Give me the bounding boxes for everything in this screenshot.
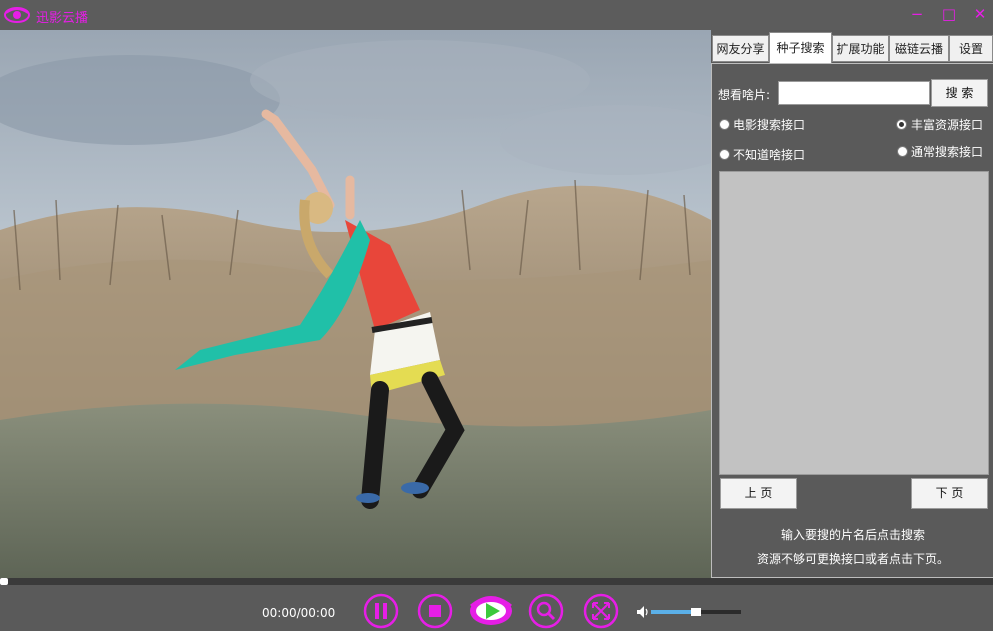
search-label: 想看啥片:	[718, 88, 771, 102]
minimize-button[interactable]: −	[906, 3, 928, 25]
radio-normal-search-label: 通常搜索接口	[911, 145, 984, 159]
tab-torrent-search[interactable]: 种子搜索	[769, 32, 832, 64]
radio-rich-resources[interactable]	[896, 119, 907, 130]
search-icon[interactable]	[528, 593, 564, 629]
search-button[interactable]: 搜 索	[931, 79, 988, 107]
tab-shared[interactable]: 网友分享	[712, 35, 769, 62]
control-bar: 00:00/00:00	[0, 585, 993, 631]
tab-extensions[interactable]: 扩展功能	[832, 35, 889, 62]
tab-bar: 网友分享 种子搜索 扩展功能 磁链云播 设置	[711, 32, 993, 64]
maximize-button[interactable]: □	[938, 3, 960, 25]
app-title: 迅影云播	[36, 11, 89, 26]
video-area[interactable]	[0, 30, 711, 578]
stop-icon[interactable]	[417, 593, 453, 629]
results-list[interactable]	[719, 171, 989, 475]
hint-line-2: 资源不够可更换接口或者点击下页。	[756, 552, 949, 566]
seek-knob[interactable]	[0, 578, 8, 585]
radio-normal-search[interactable]	[897, 146, 908, 157]
close-button[interactable]: ✕	[969, 3, 991, 25]
torrent-search-pane: 想看啥片: 搜 索 电影搜索接口 丰富资源接口 不知道啥接口 通常搜索接口 上 …	[711, 63, 993, 578]
radio-rich-resources-label: 丰富资源接口	[911, 118, 984, 132]
video-frame	[0, 30, 711, 578]
volume-fill	[651, 610, 696, 614]
time-display: 00:00/00:00	[262, 606, 336, 620]
search-input[interactable]	[778, 81, 930, 105]
prev-page-button[interactable]: 上 页	[720, 478, 797, 509]
radio-movie-search-label: 电影搜索接口	[733, 118, 806, 132]
side-panel: 网友分享 种子搜索 扩展功能 磁链云播 设置 想看啥片: 搜 索 电影搜索接口 …	[711, 30, 993, 578]
radio-unknown[interactable]	[719, 149, 730, 160]
tab-magnet-play[interactable]: 磁链云播	[889, 35, 949, 62]
tab-settings[interactable]: 设置	[949, 35, 993, 62]
title-bar: 迅影云播 − □ ✕	[0, 0, 993, 30]
fullscreen-icon[interactable]	[583, 593, 619, 629]
seek-bar[interactable]	[0, 578, 993, 585]
radio-movie-search[interactable]	[719, 119, 730, 130]
speaker-icon[interactable]	[636, 605, 650, 619]
volume-knob[interactable]	[691, 608, 701, 616]
radio-unknown-label: 不知道啥接口	[733, 148, 806, 162]
pause-icon[interactable]	[363, 593, 399, 629]
eye-play-icon[interactable]	[468, 593, 514, 629]
hint-line-1: 输入要搜的片名后点击搜索	[780, 528, 925, 542]
volume-slider[interactable]	[651, 608, 741, 616]
eye-logo-icon	[4, 7, 30, 23]
next-page-button[interactable]: 下 页	[911, 478, 988, 509]
